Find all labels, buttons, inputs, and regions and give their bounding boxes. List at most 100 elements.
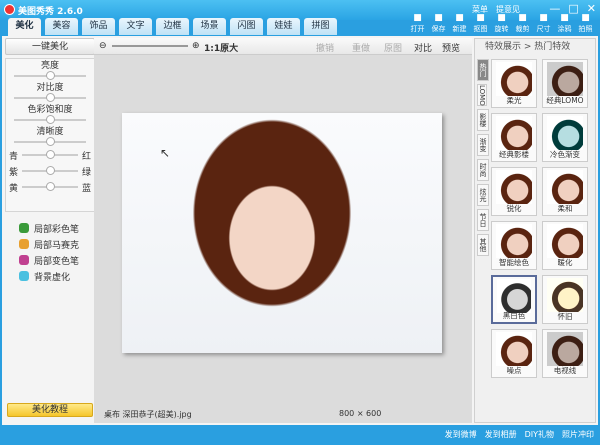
effect-thumb[interactable]: 黑白色 xyxy=(491,275,537,324)
status-bar: 发到微博 发到相册 DIY礼物 照片冲印 xyxy=(0,425,600,445)
local-tool-2[interactable]: 局部变色笔 xyxy=(19,252,79,268)
tool-button-5[interactable]: ■ 裁剪 xyxy=(512,13,533,34)
adjust-label: 清晰度 xyxy=(36,127,64,137)
effect-thumb[interactable]: 柔和 xyxy=(542,167,588,216)
tool-label: 局部变色笔 xyxy=(34,256,80,267)
tool-button-8[interactable]: ■ 拍照 xyxy=(575,13,596,34)
effect-preview xyxy=(496,224,532,258)
slider-knob[interactable] xyxy=(46,71,55,80)
effect-thumb[interactable]: 锐化 xyxy=(491,167,537,216)
category-tab-7[interactable]: 其他 xyxy=(477,234,489,256)
effect-preview xyxy=(547,62,583,96)
tab-5[interactable]: 场景 xyxy=(193,18,226,35)
tab-8[interactable]: 拼图 xyxy=(304,18,337,35)
tool-icon xyxy=(19,255,29,265)
tab-3[interactable]: 文字 xyxy=(119,18,152,35)
effect-thumb[interactable]: 经典影楼 xyxy=(491,113,537,162)
slider-knob[interactable] xyxy=(46,115,55,124)
tab-6[interactable]: 闪图 xyxy=(230,18,263,35)
effect-preview xyxy=(547,170,583,204)
tool-button-2[interactable]: ■ 新建 xyxy=(449,13,470,34)
tool-icon xyxy=(19,223,29,233)
status-link-2[interactable]: DIY礼物 xyxy=(525,430,554,439)
zoom-out-icon[interactable]: ⊖ xyxy=(99,41,107,51)
effect-category-tabs: 热门 LOMO 影楼渐变时尚炫光节日其他 xyxy=(477,59,490,259)
toolbar: ■ 打开 ■ 保存 ■ 新建 ■ 抠图 ■ 旋转 ■ 裁剪 ■ 尺寸 ■ 涂鸦 ■ 拍照 xyxy=(407,13,596,34)
color-balance-row: 青红 xyxy=(6,147,94,163)
effect-thumb[interactable]: 电视线 xyxy=(542,329,588,378)
category-tab-4[interactable]: 时尚 xyxy=(477,159,489,181)
adjust-slider-2[interactable] xyxy=(14,115,86,125)
effect-thumb[interactable]: 噪点 xyxy=(491,329,537,378)
tutorial-button[interactable]: 美化教程 xyxy=(7,403,93,417)
effect-thumb[interactable]: 经典LOMO xyxy=(542,59,588,108)
slider-knob[interactable] xyxy=(46,150,55,159)
zoom-slider[interactable] xyxy=(112,45,188,47)
actual-size-button[interactable]: 1:1原大 xyxy=(204,41,238,54)
compare-button[interactable]: 对比 xyxy=(414,41,432,54)
camera-icon: ■ xyxy=(581,13,590,23)
effect-label: 经典LOMO xyxy=(546,96,584,105)
slider-knob[interactable] xyxy=(46,137,55,146)
tool-label: 裁剪 xyxy=(515,25,530,33)
local-tool-1[interactable]: 局部马赛克 xyxy=(19,236,79,252)
color-slider-0[interactable] xyxy=(22,150,78,160)
effect-thumb[interactable]: 柔光 xyxy=(491,59,537,108)
tool-label: 局部彩色笔 xyxy=(34,224,80,235)
tool-button-3[interactable]: ■ 抠图 xyxy=(470,13,491,34)
original-button[interactable]: 原图 xyxy=(384,41,402,54)
tab-7[interactable]: 娃娃 xyxy=(267,18,300,35)
slider-knob[interactable] xyxy=(46,182,55,191)
effect-thumb[interactable]: 智能绘色 xyxy=(491,221,537,270)
category-tab-3[interactable]: 渐变 xyxy=(477,134,489,156)
category-tab-1[interactable]: LOMO xyxy=(477,84,487,106)
main-tabs: 美化 美容 饰品 文字 边框 场景 闪图 娃娃 拼图 xyxy=(8,18,337,36)
status-link-3[interactable]: 照片冲印 xyxy=(562,430,594,439)
tab-2[interactable]: 饰品 xyxy=(82,18,115,35)
local-tool-0[interactable]: 局部彩色笔 xyxy=(19,220,79,236)
adjust-slider-1[interactable] xyxy=(14,93,86,103)
workspace: 一键美化 亮度 对比度 色彩饱和度 清晰度青红紫绿黄蓝 局部彩色笔 局部马赛克 局部变色笔… xyxy=(2,36,598,425)
adjust-slider-3[interactable] xyxy=(14,137,86,147)
effect-preview xyxy=(547,116,583,150)
tool-label: 抠图 xyxy=(473,25,488,33)
color-slider-2[interactable] xyxy=(22,182,78,192)
tab-1[interactable]: 美容 xyxy=(45,18,78,35)
category-tab-6[interactable]: 节日 xyxy=(477,209,489,231)
tool-label: 尺寸 xyxy=(536,25,551,33)
tool-label: 旋转 xyxy=(494,25,509,33)
color-left-label: 青 xyxy=(9,151,19,162)
adjust-slider-0[interactable] xyxy=(14,71,86,81)
tab-0[interactable]: 美化 xyxy=(8,18,41,36)
local-tool-3[interactable]: 背景虚化 xyxy=(19,268,79,284)
tool-button-7[interactable]: ■ 涂鸦 xyxy=(554,13,575,34)
tool-button-6[interactable]: ■ 尺寸 xyxy=(533,13,554,34)
slider-knob[interactable] xyxy=(46,166,55,175)
effect-thumb[interactable]: 怀旧 xyxy=(542,275,588,324)
cursor-icon: ↖ xyxy=(160,146,171,160)
effect-label: 黑白色 xyxy=(502,311,526,320)
undo-button[interactable]: 撤销 xyxy=(316,41,334,54)
tool-button-1[interactable]: ■ 保存 xyxy=(428,13,449,34)
category-tab-2[interactable]: 影楼 xyxy=(477,109,489,131)
color-right-label: 红 xyxy=(81,151,91,162)
redo-button[interactable]: 重做 xyxy=(352,41,370,54)
crop-icon: ■ xyxy=(518,13,527,23)
effect-thumb[interactable]: 暖化 xyxy=(542,221,588,270)
effect-thumb[interactable]: 冷色渐变 xyxy=(542,113,588,162)
one-click-beautify-button[interactable]: 一键美化 xyxy=(5,38,95,55)
tab-4[interactable]: 边框 xyxy=(156,18,189,35)
zoom-in-icon[interactable]: ⊕ xyxy=(192,41,200,51)
category-tab-5[interactable]: 炫光 xyxy=(477,184,489,206)
slider-knob[interactable] xyxy=(46,93,55,102)
tool-button-0[interactable]: ■ 打开 xyxy=(407,13,428,34)
status-link-0[interactable]: 发到微博 xyxy=(445,430,477,439)
status-link-1[interactable]: 发到相册 xyxy=(485,430,517,439)
color-slider-1[interactable] xyxy=(22,166,78,176)
effect-label: 冷色渐变 xyxy=(550,150,580,159)
preview-button[interactable]: 预览 xyxy=(442,41,460,54)
tool-button-4[interactable]: ■ 旋转 xyxy=(491,13,512,34)
effect-preview xyxy=(547,332,583,366)
category-tab-0[interactable]: 热门 xyxy=(477,59,489,81)
effect-label: 电视线 xyxy=(553,366,577,375)
